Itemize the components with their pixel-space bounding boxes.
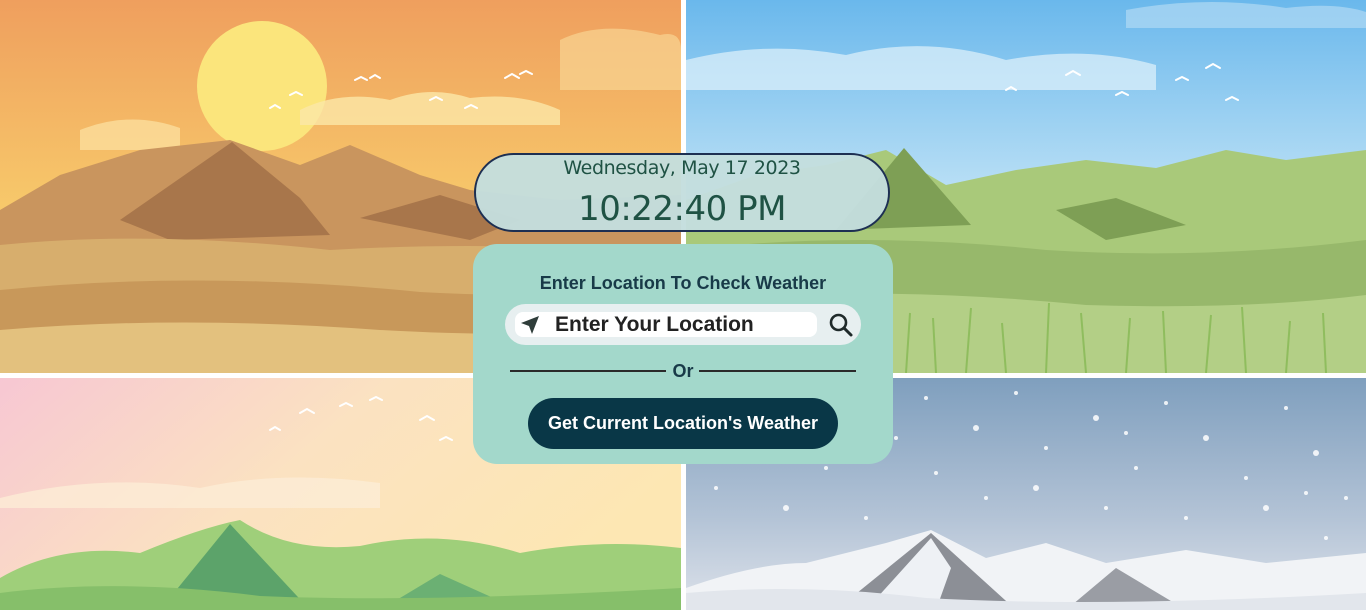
weather-search-card: Enter Location To Check Weather Or Get C… [473,244,893,464]
get-current-location-weather-button[interactable]: Get Current Location's Weather [528,398,838,449]
location-input-wrapper [515,312,817,337]
divider-line-right [699,370,856,372]
location-search-input[interactable] [555,312,811,337]
location-arrow-icon [521,316,539,334]
current-date: Wednesday, May 17 2023 [563,157,801,179]
location-search-box [505,304,861,345]
current-time: 10:22:40 PM [578,189,786,229]
search-icon[interactable] [828,312,854,338]
date-time-card: Wednesday, May 17 2023 10:22:40 PM [474,153,890,232]
weather-card-heading: Enter Location To Check Weather [539,273,827,293]
